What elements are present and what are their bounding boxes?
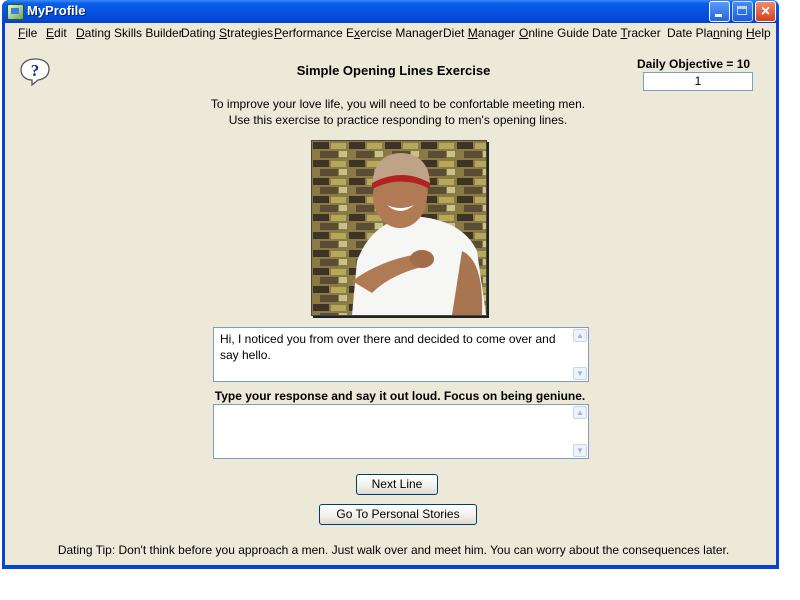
menu-date-tracker[interactable]: Date Tracker [592,26,661,40]
intro-line-2: Use this exercise to practice responding… [228,113,568,127]
close-icon: × [760,3,771,20]
scroll-down-icon[interactable]: ▼ [573,367,587,380]
menu-dating-skills-builder[interactable]: Dating Skills Builder [76,26,183,40]
menu-performance[interactable]: Performance [274,26,343,40]
close-button[interactable]: × [755,1,776,22]
window-title: MyProfile [27,3,86,18]
opening-line-textarea[interactable]: Hi, I noticed you from over there and de… [213,327,589,382]
mnemonic-letter: S [219,26,228,40]
intro-line-1: To improve your love life, you will need… [210,97,586,111]
menu-date-planning[interactable]: Date Planning [667,26,742,40]
title-bar[interactable]: MyProfile × [2,0,779,23]
mnemonic-letter: F [18,26,26,40]
app-window: MyProfile × File Edit Dating Skills Buil… [2,0,779,569]
mnemonic-letter: P [274,26,283,40]
personal-stories-button[interactable]: Go To Personal Stories [319,504,477,525]
maximize-button[interactable] [732,1,753,22]
daily-objective-label: Daily Objective = 10 [637,57,751,71]
scroll-up-icon[interactable]: ▲ [573,406,587,419]
mnemonic-letter: E [46,26,55,40]
minimize-button[interactable] [709,1,730,22]
opening-line-scrollbar[interactable]: ▲ ▼ [572,328,588,381]
intro-text: To improve your love life, you will need… [5,96,791,128]
response-scrollbar[interactable]: ▲ ▼ [572,405,588,458]
man-photo [311,140,487,316]
response-textarea[interactable]: ▲ ▼ [213,404,589,459]
mnemonic-letter: O [519,26,529,40]
menu-file[interactable]: File [18,26,37,40]
next-line-button[interactable]: Next Line [356,474,438,495]
menu-exercise-manager[interactable]: Exercise Manager [346,26,443,40]
mnemonic-letter: x [354,26,361,40]
menu-bar: File Edit Dating Skills Builder Dating S… [5,23,776,43]
exercise-panel: ? Simple Opening Lines Exercise Daily Ob… [5,43,776,565]
menu-edit[interactable]: Edit [46,26,67,40]
menu-dating-strategies[interactable]: Dating Strategies [181,26,273,40]
mnemonic-letter: n [713,26,720,40]
mnemonic-letter: H [746,26,755,40]
scroll-down-icon[interactable]: ▼ [573,444,587,457]
dating-tip: Dating Tip: Don't think before you appro… [57,543,730,557]
mnemonic-letter: D [76,26,85,40]
menu-online-guide[interactable]: Online Guide [519,26,589,40]
menu-diet-manager[interactable]: Diet Manager [443,26,515,40]
response-instruction: Type your response and say it out loud. … [214,389,586,403]
daily-count-field[interactable]: 1 [643,72,753,91]
menu-help[interactable]: Help [746,26,771,40]
mnemonic-letter: T [620,26,628,40]
scroll-up-icon[interactable]: ▲ [573,329,587,342]
app-icon [7,4,24,20]
mnemonic-letter: M [467,26,478,40]
opening-line-text: Hi, I noticed you from over there and de… [220,332,556,362]
